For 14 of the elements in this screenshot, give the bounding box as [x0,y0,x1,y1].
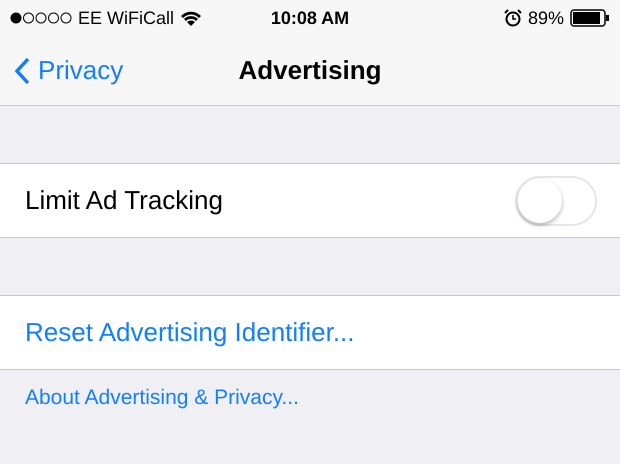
reset-link[interactable]: Reset Advertising Identifier... [25,317,355,348]
wifi-icon [180,10,202,26]
battery-percent: 89% [528,8,564,28]
carrier-name: EE WiFiCall [78,8,174,28]
signal-icon [10,12,72,24]
toggle-switch[interactable] [515,176,597,226]
about-link[interactable]: About Advertising & Privacy... [0,370,620,426]
chevron-left-icon [14,56,30,84]
back-button[interactable]: Privacy [14,55,124,86]
status-time: 10:08 AM [270,8,350,28]
battery-icon [570,9,610,27]
setting-label: Limit Ad Tracking [25,185,223,216]
page-title: Advertising [238,55,382,86]
alarm-icon [504,9,522,27]
